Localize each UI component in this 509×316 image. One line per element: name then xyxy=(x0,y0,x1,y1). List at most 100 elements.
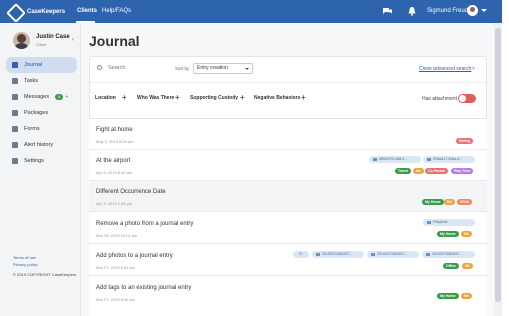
client-name: Justin Case xyxy=(36,34,70,40)
journal-icon xyxy=(12,62,18,68)
chevron-down-icon[interactable] xyxy=(481,9,487,12)
entry-title: At the airport xyxy=(96,158,131,164)
journal-entry-row[interactable]: Remove a photo from a journal entry Mar … xyxy=(89,213,487,244)
sidebar-menu: Journal Tasks Messages 6 + Packages Form… xyxy=(6,57,77,169)
journal-entry-row[interactable]: Add photos to a journal entry Mar 27, 20… xyxy=(89,245,487,276)
sidebar-item-label: Packages xyxy=(24,110,49,116)
chevron-down-icon xyxy=(245,68,249,70)
more-attachments-chip[interactable]: 5+ xyxy=(293,251,309,258)
sidebar-item-alert-history[interactable]: Alert history xyxy=(6,137,77,153)
copyright-text: © 2019 COPYRIGHT CaseKeepers xyxy=(13,272,77,277)
entry-tag: Me xyxy=(462,263,473,269)
image-icon xyxy=(427,220,431,224)
sort-select-value: Entry creation xyxy=(197,65,228,71)
add-who-was-there-icon[interactable]: + xyxy=(175,93,180,102)
bell-icon[interactable] xyxy=(407,6,417,16)
sidebar-item-settings[interactable]: Settings xyxy=(6,153,77,169)
entry-date: Apr 8, 2019 6:49 am xyxy=(96,170,133,175)
journal-entry-row[interactable]: Different Occurrence Date Apr 3, 2019 1:… xyxy=(89,181,487,212)
sidebar-item-packages[interactable]: Packages xyxy=(6,105,77,121)
logo-icon xyxy=(8,5,22,18)
image-icon xyxy=(373,157,377,161)
filter-who-was-there[interactable]: Who Was There xyxy=(137,95,174,101)
entry-title: Add tags to an existing journal entry xyxy=(96,285,192,291)
client-role: Client xyxy=(36,42,47,47)
image-icon xyxy=(371,252,375,256)
attachment-name: df620970-4c6f-4... xyxy=(379,157,408,161)
sidebar-item-forms[interactable]: Forms xyxy=(6,121,77,137)
brand-name: CaseKeepers xyxy=(27,8,66,15)
messages-icon xyxy=(12,94,18,100)
entry-date: May 3, 2019 8:00 am xyxy=(96,139,134,144)
forms-icon xyxy=(12,126,18,132)
entry-date: Mar 28, 2019 10:02 pm xyxy=(96,233,138,238)
entry-tag: Travel xyxy=(395,168,412,174)
entry-tag: Child xyxy=(457,199,472,205)
nav-help[interactable]: Help/FAQs xyxy=(102,8,131,14)
brand-logo[interactable]: CaseKeepers xyxy=(8,5,65,18)
add-negative-behaviors-icon[interactable]: + xyxy=(301,93,306,102)
sidebar-item-label: Forms xyxy=(24,126,40,132)
filter-supporting-custody[interactable]: Supporting Custody xyxy=(190,95,238,101)
entry-tag: Play Time xyxy=(451,168,474,174)
journal-entry-row[interactable]: Add tags to an existing journal entry Ma… xyxy=(89,277,487,316)
sidebar-item-label: Tasks xyxy=(24,78,39,84)
toggle-knob xyxy=(459,95,466,102)
nav-clients[interactable]: Clients xyxy=(77,8,97,14)
close-advanced-search-link[interactable]: Close advanced search xyxy=(419,66,471,72)
attachment-name: 20190270083257... xyxy=(377,252,408,256)
entry-tag: Co-Parent xyxy=(425,168,448,174)
plus-icon[interactable]: + xyxy=(65,94,68,100)
entry-tag: My Home xyxy=(437,293,459,299)
collapse-sidebar-icon[interactable]: ‹ xyxy=(72,37,74,43)
entry-tag: Me xyxy=(413,168,424,174)
messages-count-badge: 6 xyxy=(55,94,64,100)
sidebar-item-tasks[interactable]: Tasks xyxy=(6,73,77,89)
privacy-link[interactable]: Privacy policy xyxy=(13,262,37,267)
top-bar: CaseKeepers Clients Help/FAQs Sigmund Fr… xyxy=(0,0,509,23)
sidebar-item-journal[interactable]: Journal xyxy=(6,57,77,73)
attachment-name: 20190370083257... xyxy=(322,252,353,256)
attachment-chip[interactable]: df620970-4c6f-4... xyxy=(369,156,421,163)
journal-entry-row[interactable]: At the airport Apr 8, 2019 6:49 am df620… xyxy=(89,150,487,181)
entry-title: Add photos to a journal entry xyxy=(96,253,173,259)
entry-tag: Me xyxy=(461,231,472,237)
search-input[interactable] xyxy=(108,65,168,71)
sort-select[interactable]: Entry creation xyxy=(193,63,253,74)
current-user-name[interactable]: Sigmund Freud xyxy=(427,8,468,14)
divider xyxy=(89,82,487,83)
attachment-chip[interactable]: Pdaytime xyxy=(423,219,475,226)
sidebar-item-label: Settings xyxy=(24,158,44,164)
chevron-up-icon[interactable]: ˄ xyxy=(472,66,475,72)
attachment-chip[interactable]: 20190370083257... xyxy=(312,251,364,258)
has-attachment-toggle[interactable] xyxy=(458,94,476,103)
page-title: Journal xyxy=(89,33,140,49)
journal-entry-row[interactable]: Fight at home May 3, 2019 8:00 am Hiding xyxy=(89,119,487,150)
entry-tag: My Home xyxy=(437,231,459,237)
attachment-chip[interactable]: 20190270083257... xyxy=(422,251,475,258)
sidebar-item-messages[interactable]: Messages 6 + xyxy=(6,89,77,105)
image-icon xyxy=(426,252,430,256)
sort-label: Sort by xyxy=(175,66,190,71)
add-supporting-custody-icon[interactable]: + xyxy=(240,93,245,102)
entry-tag: My Home xyxy=(422,199,444,205)
attachment-chip[interactable]: 20190270083257... xyxy=(367,251,419,258)
client-avatar xyxy=(13,32,30,49)
filter-negative-behaviors[interactable]: Negative Behaviors xyxy=(254,95,300,101)
add-location-icon[interactable]: + xyxy=(122,93,127,102)
attachment-name: f33ad117-5dea-4... xyxy=(433,157,463,161)
packages-icon xyxy=(12,110,18,116)
entry-date: Mar 27, 2019 8:53 pm xyxy=(96,265,136,270)
scrollbar-thumb[interactable] xyxy=(495,28,501,302)
chat-icon[interactable] xyxy=(382,7,393,16)
attachment-chip[interactable]: f33ad117-5dea-4... xyxy=(423,156,475,163)
entry-date: Mar 27, 2019 8:48 pm xyxy=(96,297,136,302)
sidebar-item-label: Journal xyxy=(24,62,43,68)
filter-location[interactable]: Location xyxy=(95,95,116,101)
alert-icon xyxy=(12,142,18,148)
entry-title: Fight at home xyxy=(96,127,133,133)
avatar[interactable] xyxy=(467,5,478,16)
image-icon xyxy=(316,252,320,256)
terms-link[interactable]: Terms of use xyxy=(13,255,36,260)
tasks-icon xyxy=(12,78,18,84)
